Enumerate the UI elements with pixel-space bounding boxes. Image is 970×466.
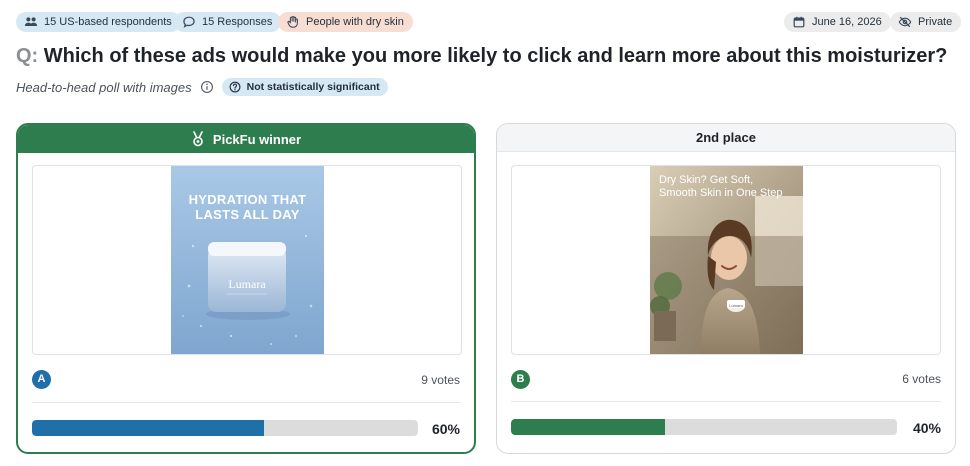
info-icon[interactable] [200, 80, 214, 94]
option-a-letter-badge: A [32, 370, 51, 389]
option-b-progress-fill [511, 419, 666, 435]
option-b-headline-line-1: Dry Skin? Get Soft, [659, 174, 754, 186]
significance-badge[interactable]: Not statistically significant [221, 78, 388, 96]
second-place-header: 2nd place [497, 124, 955, 152]
winner-header: PickFu winner [18, 125, 474, 153]
option-b-divider [511, 401, 941, 402]
calendar-icon [793, 16, 805, 28]
option-b-percent: 40% [912, 420, 941, 436]
option-b-letter-badge: B [511, 370, 530, 389]
option-a-brand: Lumara [228, 277, 266, 291]
option-b-headline-line-2: Smooth Skin in One Step [659, 187, 783, 199]
poll-question: Q: Which of these ads would make you mor… [16, 45, 947, 68]
option-a-ad-headline: HYDRATION THAT LASTS ALL DAY [171, 192, 324, 222]
option-b-card[interactable]: 2nd place Lumara Dry Skin? Get Soft, Smo… [496, 123, 956, 454]
privacy-tag[interactable]: Private [890, 12, 962, 32]
option-a-progress-track [32, 420, 418, 436]
option-b-image-frame[interactable]: Lumara Dry Skin? Get Soft, Smooth Skin i… [511, 165, 941, 355]
date-label: June 16, 2026 [812, 16, 882, 28]
question-icon [229, 81, 241, 93]
responses-label: 15 Responses [202, 16, 273, 28]
option-b-progress-track [511, 419, 897, 435]
second-place-header-label: 2nd place [696, 130, 756, 145]
privacy-label: Private [918, 16, 953, 28]
significance-label: Not statistically significant [246, 81, 380, 93]
chat-icon [183, 16, 195, 28]
date-tag: June 16, 2026 [784, 12, 891, 32]
option-b-ad-headline: Dry Skin? Get Soft, Smooth Skin in One S… [659, 174, 803, 200]
option-a-headline-line-1: HYDRATION THAT [188, 192, 307, 207]
people-icon [24, 17, 38, 26]
winner-header-label: PickFu winner [212, 131, 302, 147]
audience-label: People with dry skin [306, 16, 404, 28]
option-a-divider [32, 402, 460, 403]
hand-icon [287, 16, 298, 28]
eye-off-icon [898, 16, 912, 28]
question-prefix: Q: [16, 45, 39, 67]
respondents-tag: 15 US-based respondents [16, 12, 181, 32]
option-a-votes: 9 votes [421, 373, 460, 387]
option-a-image-frame[interactable]: Lumara HYDRATION THAT LASTS ALL DAY [32, 165, 462, 355]
poll-type-label: Head-to-head poll with images [16, 79, 192, 95]
option-a-progress-fill [32, 420, 264, 436]
option-a-card[interactable]: PickFu winner Lumara HYDRATION THAT LAST… [16, 123, 476, 454]
respondents-label: 15 US-based respondents [44, 16, 172, 28]
responses-tag: 15 Responses [174, 12, 282, 32]
option-b-brand: Lumara [729, 303, 743, 308]
option-b-votes: 6 votes [902, 372, 941, 386]
option-a-headline-line-2: LASTS ALL DAY [195, 207, 300, 222]
poll-tag-bar: 15 US-based respondents 15 Responses Peo… [16, 12, 962, 32]
option-a-percent: 60% [431, 421, 460, 437]
medal-icon [193, 131, 203, 147]
poll-meta: Head-to-head poll with images Not statis… [16, 78, 388, 96]
audience-tag: People with dry skin [278, 12, 413, 32]
question-text: Which of these ads would make you more l… [43, 45, 948, 67]
